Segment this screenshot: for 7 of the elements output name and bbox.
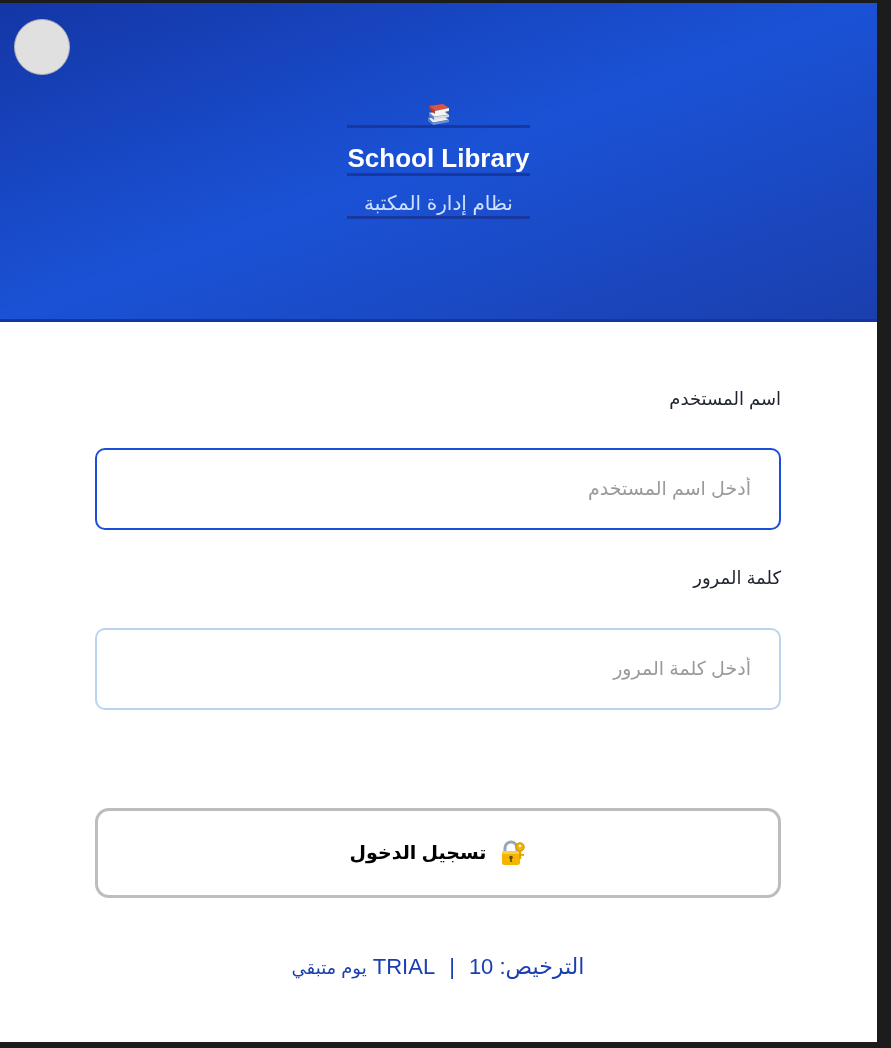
field-label: اسم المستخدم [668,388,781,411]
login-button[interactable]: تسجيل الدخول [95,808,781,898]
app-subtitle: نظام إدارة المكتبة [363,191,514,216]
field-label: كلمة المرور [691,567,781,590]
books-icon [425,103,452,125]
app-title: School Library [347,143,530,173]
lock-key-icon [500,840,527,866]
